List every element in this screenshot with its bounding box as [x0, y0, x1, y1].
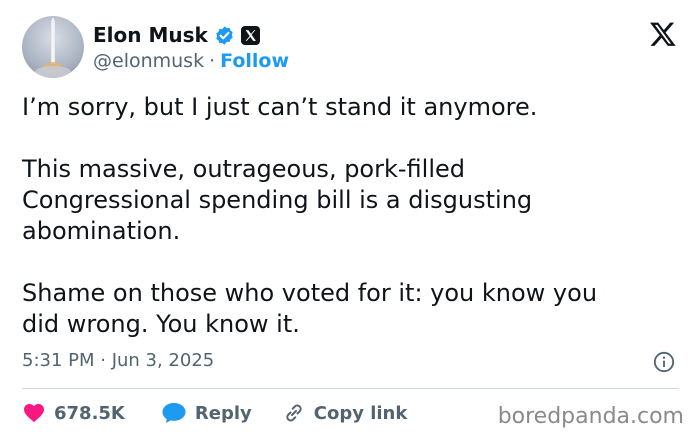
x-affiliation-badge-icon [240, 25, 260, 45]
author-handle[interactable]: @elonmusk [93, 50, 204, 72]
like-count: 678.5K [54, 402, 125, 424]
x-logo-icon[interactable] [649, 20, 677, 48]
watermark: boredpanda.com [497, 404, 684, 429]
verified-badge-icon [216, 25, 233, 45]
follow-button[interactable]: Follow [220, 50, 289, 72]
reply-bubble-icon [162, 403, 186, 423]
author-name[interactable]: Elon Musk [93, 23, 208, 47]
link-icon [286, 404, 302, 422]
tweet-text: I’m sorry, but I just can’t stand it any… [22, 93, 598, 338]
divider [22, 388, 679, 389]
copy-link-label: Copy link [313, 402, 408, 424]
heart-icon [24, 404, 44, 423]
reply-label: Reply [194, 402, 252, 424]
tweet-timestamp[interactable]: 5:31 PM · Jun 3, 2025 [22, 350, 214, 371]
like-button[interactable]: 678.5K [22, 401, 125, 425]
info-icon[interactable] [653, 351, 675, 373]
rocket-avatar-image [35, 17, 71, 78]
avatar[interactable] [22, 16, 84, 78]
copy-link-button[interactable]: Copy link [282, 401, 408, 425]
separator-dot: · [209, 50, 216, 72]
reply-button[interactable]: Reply [161, 401, 252, 425]
